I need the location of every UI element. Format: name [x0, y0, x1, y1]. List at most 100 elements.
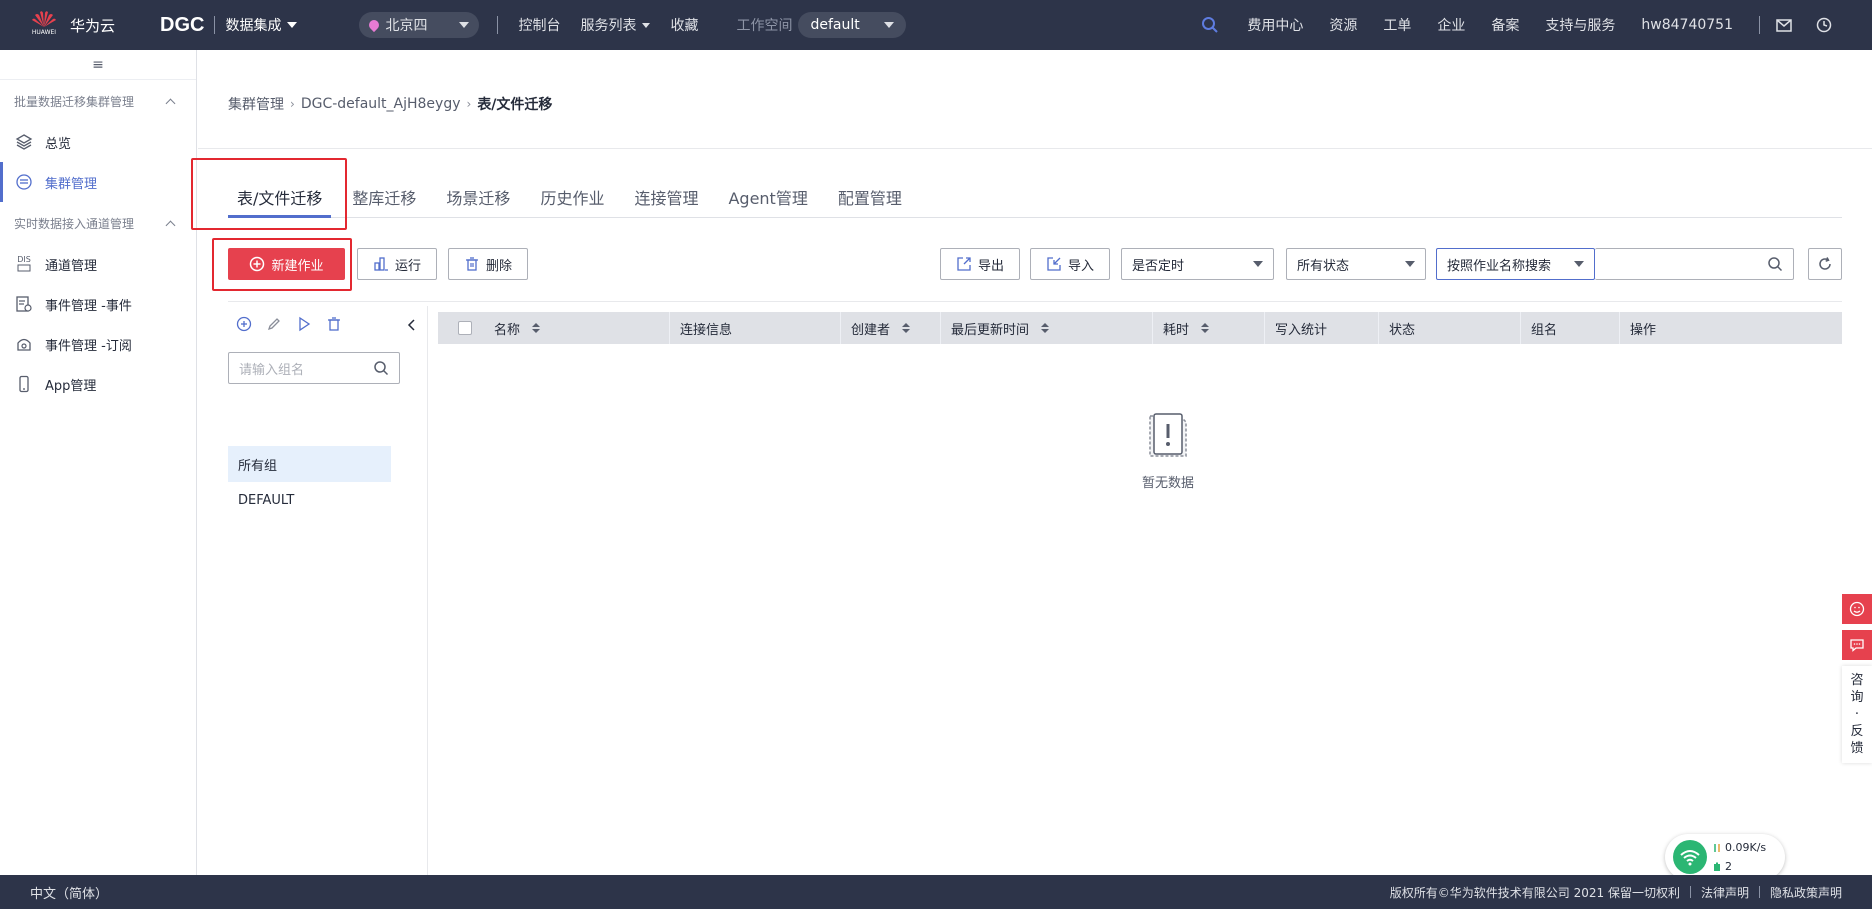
column-label: 组名 [1531, 322, 1558, 338]
smiley-button[interactable] [1842, 594, 1872, 624]
nav-console[interactable]: 控制台 [518, 15, 560, 35]
search-icon[interactable] [1767, 256, 1783, 272]
search-icon[interactable] [1201, 16, 1219, 34]
network-stats: 0.09K/s 2 [1713, 841, 1766, 873]
status-filter-select[interactable]: 所有状态 [1286, 248, 1426, 280]
delete-button[interactable]: 删除 [448, 248, 528, 280]
divider [228, 301, 1842, 302]
export-button[interactable]: 导出 [940, 248, 1020, 280]
sidebar-item-app-management[interactable]: App管理 [0, 364, 196, 404]
clock-icon[interactable] [1816, 17, 1832, 33]
sidebar-item-label: 事件管理 -订阅 [45, 338, 132, 354]
trash-icon [464, 256, 480, 272]
huawei-logo-icon: HUAWEI [28, 9, 60, 41]
column-creator[interactable]: 创建者 [841, 312, 941, 344]
workspace-selector[interactable]: default [798, 12, 907, 38]
run-button[interactable]: 运行 [357, 248, 437, 280]
huawei-logo-text: HUAWEI [31, 29, 57, 36]
tab-link-management[interactable]: 连接管理 [625, 180, 707, 218]
chevron-up-icon [165, 98, 176, 108]
left-sidebar: ≡ 批量数据迁移集群管理 总览 集群管理 实时数据接入通道管理 DIS 通道管理… [0, 50, 197, 875]
nav-billing[interactable]: 费用中心 [1247, 15, 1303, 35]
job-search-input[interactable] [1595, 248, 1794, 280]
legal-notice-link[interactable]: 法律声明 [1701, 884, 1749, 901]
breadcrumb: 集群管理 › DGC-default_AjH8eygy › 表/文件迁移 [228, 94, 552, 114]
import-button[interactable]: 导入 [1030, 248, 1110, 280]
layers-icon [14, 132, 34, 152]
column-status: 状态 [1379, 312, 1521, 344]
sidebar-item-event-management-subscription[interactable]: 事件管理 -订阅 [0, 324, 196, 364]
tab-history-jobs[interactable]: 历史作业 [531, 180, 613, 218]
sidebar-item-overview[interactable]: 总览 [0, 122, 196, 162]
run-group-icon[interactable] [296, 316, 312, 332]
empty-state-text: 暂无数据 [1141, 476, 1194, 491]
sidebar-item-label: 事件管理 -事件 [45, 298, 132, 314]
service-switcher[interactable]: 数据集成 [225, 15, 298, 35]
group-item-default[interactable]: DEFAULT [228, 482, 391, 518]
sidebar-section-realtime-ingest[interactable]: 实时数据接入通道管理 [0, 202, 196, 244]
scheduled-filter-select[interactable]: 是否定时 [1121, 248, 1274, 280]
tab-config-management[interactable]: 配置管理 [829, 180, 911, 218]
breadcrumb-cluster-management[interactable]: 集群管理 [228, 94, 284, 114]
network-speed: 0.09K/s [1725, 841, 1767, 854]
column-group: 组名 [1521, 312, 1620, 344]
refresh-button[interactable] [1808, 248, 1842, 280]
nav-support[interactable]: 支持与服务 [1545, 15, 1615, 35]
network-speed-widget[interactable]: 0.09K/s 2 [1665, 834, 1785, 880]
huawei-cloud-logo[interactable]: HUAWEI 华为云 [28, 9, 128, 41]
product-name[interactable]: DGC [160, 14, 204, 37]
empty-state: 暂无数据 [1093, 410, 1243, 491]
refresh-icon [1817, 256, 1833, 272]
sidebar-section-label: 实时数据接入通道管理 [14, 216, 135, 231]
region-selector[interactable]: 北京四 [359, 12, 480, 38]
tab-database-migration[interactable]: 整库迁移 [343, 180, 425, 218]
column-actions: 操作 [1620, 312, 1842, 344]
nav-enterprise[interactable]: 企业 [1437, 15, 1465, 35]
sidebar-collapse-button[interactable]: ≡ [0, 50, 196, 80]
import-label: 导入 [1067, 258, 1094, 274]
nav-resources[interactable]: 资源 [1329, 15, 1357, 35]
search-type-select[interactable]: 按照作业名称搜索 [1436, 248, 1595, 280]
column-duration[interactable]: 耗时 [1153, 312, 1265, 344]
tab-agent-management[interactable]: Agent管理 [719, 180, 816, 218]
new-job-button[interactable]: 新建作业 [228, 248, 345, 280]
user-account[interactable]: hw84740751 [1641, 17, 1733, 33]
privacy-policy-link[interactable]: 隐私政策声明 [1770, 884, 1842, 901]
add-group-icon[interactable] [236, 316, 252, 332]
language-selector[interactable]: 中文（简体） [30, 883, 108, 902]
sort-icon[interactable] [902, 323, 911, 333]
checkbox[interactable] [458, 321, 472, 335]
tab-scenario-migration[interactable]: 场景迁移 [437, 180, 519, 218]
select-all-checkbox[interactable] [438, 312, 476, 344]
column-name[interactable]: 名称 [476, 312, 670, 344]
sidebar-item-channel-management[interactable]: DIS 通道管理 [0, 244, 196, 284]
collapse-panel-icon[interactable] [406, 318, 416, 332]
nav-tickets[interactable]: 工单 [1383, 15, 1411, 35]
delete-group-icon[interactable] [326, 316, 342, 332]
run-label: 运行 [394, 258, 421, 274]
workspace-label: 工作空间 [736, 18, 793, 34]
breadcrumb-cluster-name[interactable]: DGC-default_AjH8eygy [301, 96, 461, 112]
sidebar-section-label: 批量数据迁移集群管理 [14, 94, 135, 109]
column-label: 最后更新时间 [951, 322, 1030, 338]
group-search-input[interactable]: 请输入组名 [228, 352, 400, 384]
column-label: 写入统计 [1275, 322, 1328, 338]
sort-icon[interactable] [1041, 323, 1050, 333]
sort-icon[interactable] [1201, 323, 1210, 333]
nav-service-list[interactable]: 服务列表 [580, 15, 651, 35]
mail-icon[interactable] [1776, 18, 1792, 32]
nav-favorites[interactable]: 收藏 [670, 15, 698, 35]
search-icon[interactable] [373, 360, 389, 376]
chat-button[interactable] [1842, 630, 1872, 660]
column-last-updated[interactable]: 最后更新时间 [941, 312, 1153, 344]
edit-group-icon[interactable] [266, 316, 282, 332]
sidebar-section-batch-migration[interactable]: 批量数据迁移集群管理 [0, 80, 196, 122]
brand-name: 华为云 [70, 16, 116, 35]
export-icon [956, 256, 972, 272]
sidebar-item-cluster-management[interactable]: 集群管理 [0, 162, 196, 202]
sidebar-item-event-management-event[interactable]: 事件管理 -事件 [0, 284, 196, 324]
group-item-all[interactable]: 所有组 [228, 446, 391, 482]
sort-icon[interactable] [532, 323, 541, 333]
nav-icp-filing[interactable]: 备案 [1491, 15, 1519, 35]
consult-feedback-button[interactable]: 咨 询 · 反 馈 [1842, 666, 1872, 763]
